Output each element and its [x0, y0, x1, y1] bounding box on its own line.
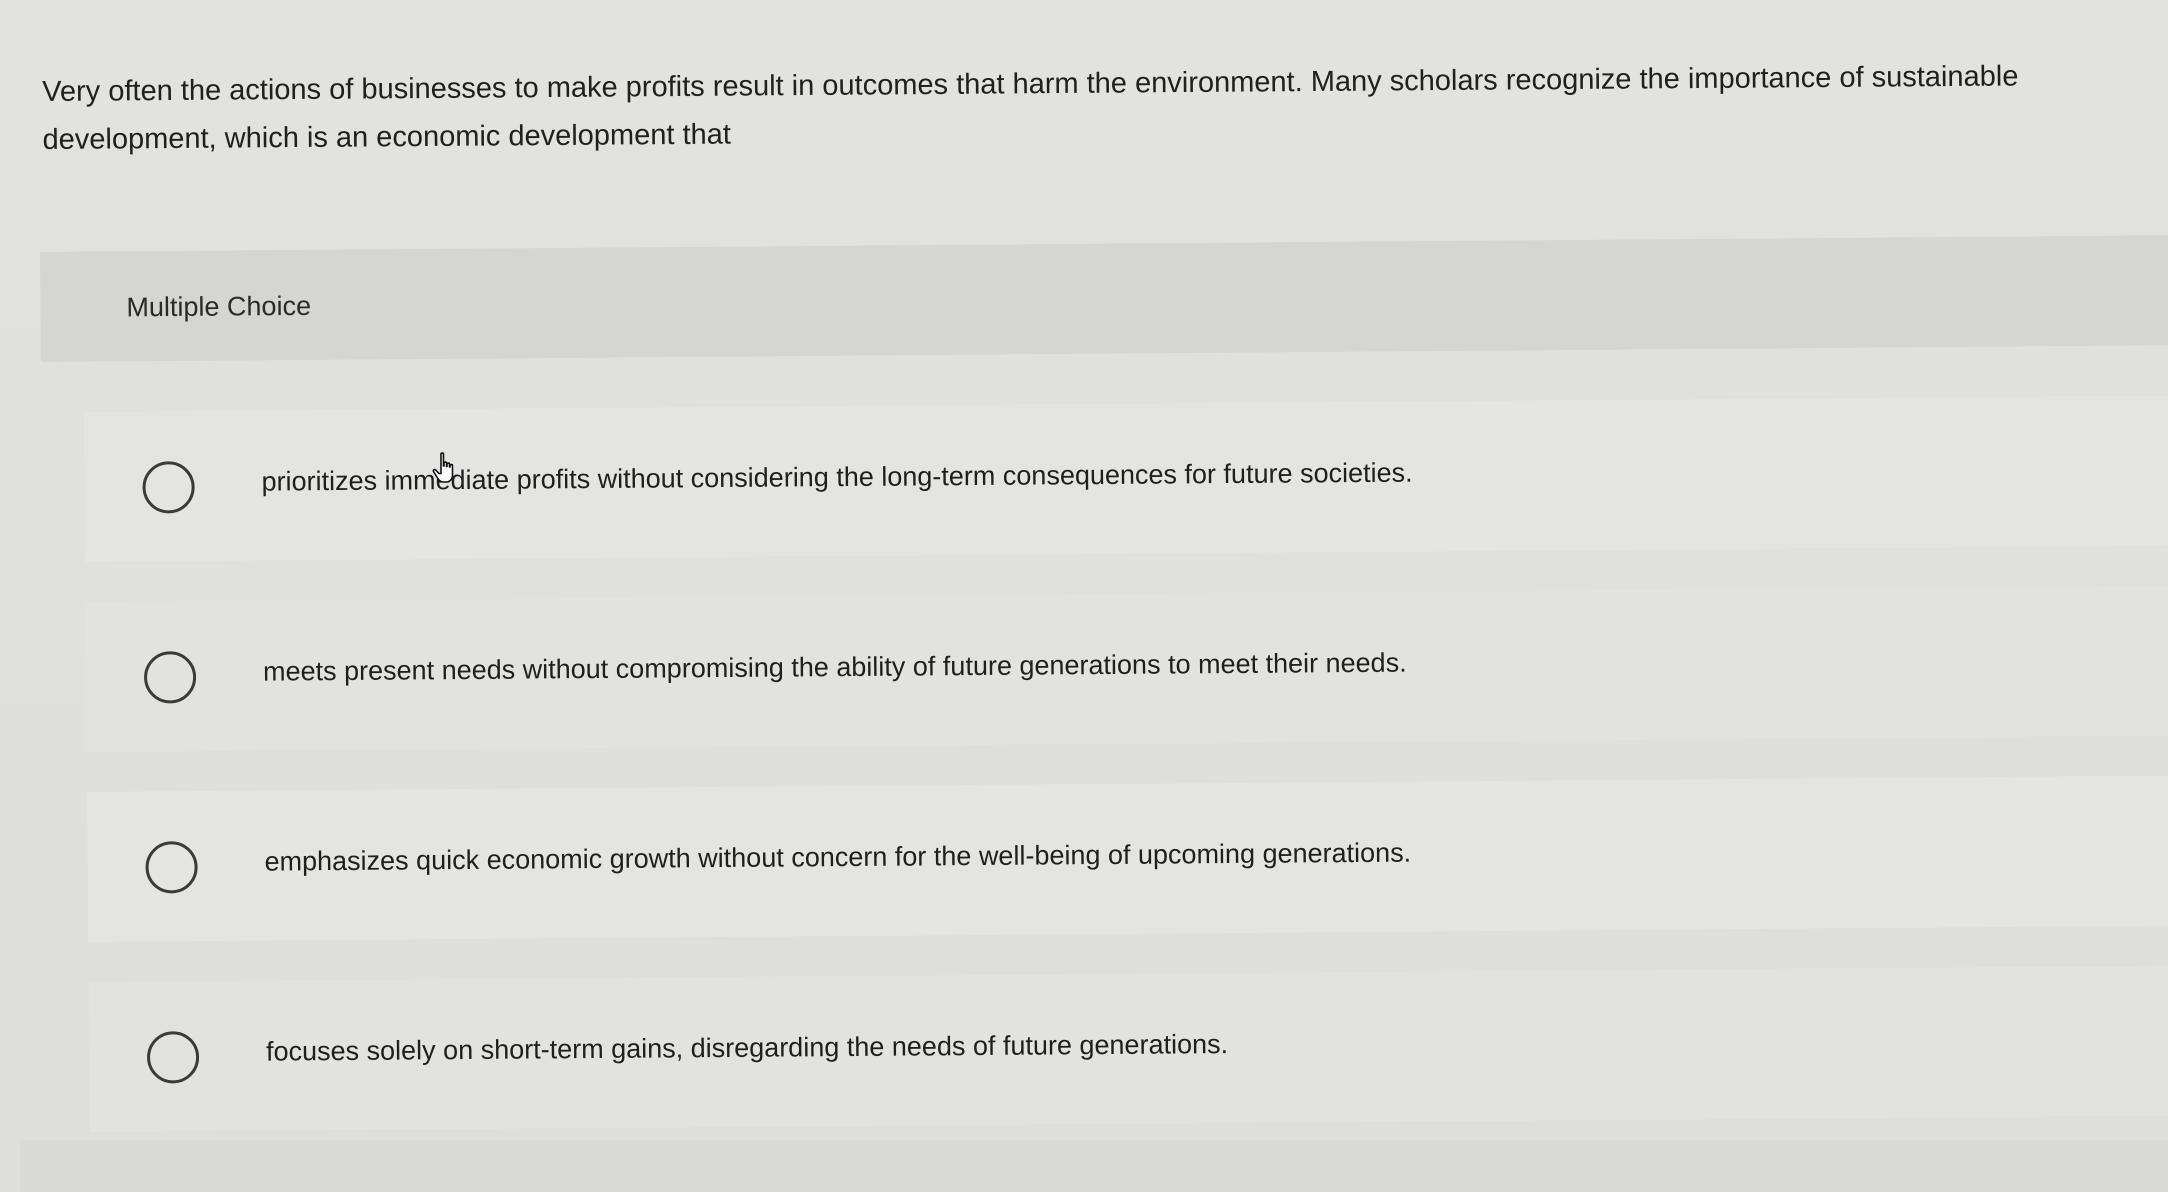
option-row-3[interactable]: emphasizes quick economic growth without… [86, 775, 2168, 942]
option-label[interactable]: emphasizes quick economic growth without… [264, 838, 1411, 878]
hand-pointer-icon [432, 452, 454, 483]
radio-button-icon[interactable] [146, 1031, 200, 1084]
question-text: Very often the actions of businesses to … [42, 60, 2019, 156]
footer-band [20, 1140, 2168, 1192]
option-row-4[interactable]: focuses solely on short-term gains, disr… [88, 965, 2168, 1132]
options-list: prioritizes immediate profits without co… [84, 395, 2168, 1172]
option-label[interactable]: meets present needs without compromising… [263, 648, 1407, 688]
multiple-choice-title: Multiple Choice [126, 290, 312, 323]
page: Very often the actions of businesses to … [0, 0, 2168, 1192]
multiple-choice-header: Multiple Choice [40, 235, 2168, 362]
option-row-2[interactable]: meets present needs without compromising… [85, 585, 2168, 752]
radio-button-icon[interactable] [145, 841, 198, 894]
option-row-1[interactable]: prioritizes immediate profits without co… [84, 395, 2168, 562]
radio-button-icon[interactable] [142, 461, 195, 514]
option-label[interactable]: focuses solely on short-term gains, disr… [266, 1029, 1228, 1068]
radio-button-icon[interactable] [143, 651, 197, 704]
